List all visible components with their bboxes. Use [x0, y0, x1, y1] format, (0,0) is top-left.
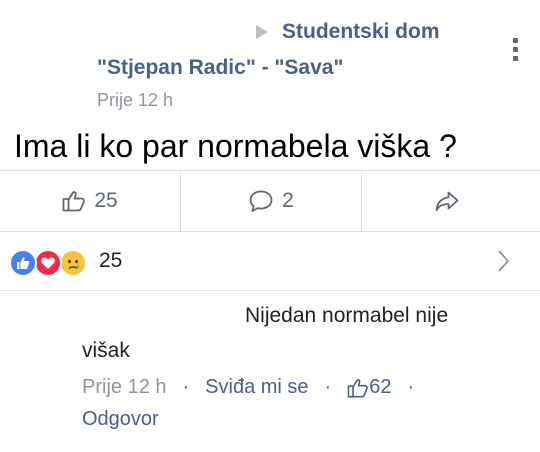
more-options-icon[interactable] [510, 38, 520, 66]
group-name-continued[interactable]: "Stjepan Radic" - "Sava" [97, 56, 343, 80]
love-reaction-icon [34, 249, 62, 277]
comment-icon [249, 190, 273, 212]
share-button[interactable] [361, 171, 540, 231]
like-count: 25 [94, 189, 118, 212]
share-arrow-icon [435, 191, 458, 211]
separator-dot: · [324, 376, 332, 398]
comment-meta: Prije 12 h · Sviđa mi se · 62 · [82, 376, 430, 399]
like-reaction-icon [9, 249, 37, 277]
like-button[interactable]: 25 [0, 171, 180, 231]
comment-like-count: 62 [369, 376, 392, 398]
avatar[interactable] [14, 18, 84, 88]
comment-like-button[interactable]: Sviđa mi se [205, 376, 308, 399]
comment-like-count-button[interactable]: 62 [347, 376, 391, 399]
reaction-count: 25 [99, 249, 123, 272]
group-name[interactable]: Studentski dom [282, 20, 440, 44]
separator-dot: · [407, 376, 415, 398]
comment-count: 2 [282, 189, 294, 212]
comment-button[interactable]: 2 [180, 171, 362, 231]
post-text: Ima li ko par normabela viška ? [14, 128, 457, 164]
chevron-right-icon[interactable] [495, 248, 511, 274]
reactions-row[interactable]: 25 [0, 232, 540, 291]
reply-button[interactable]: Odgovor [82, 408, 159, 431]
post-timestamp[interactable]: Prije 12 h [97, 90, 173, 111]
separator-dot: · [182, 376, 190, 398]
triangle-right-icon [256, 25, 268, 39]
action-bar: 25 2 [0, 170, 540, 232]
comment-text-line2: višak [82, 339, 130, 362]
thumbs-up-icon [62, 191, 86, 212]
comment-text-line1: Nijedan normabel nije [245, 304, 449, 327]
sad-reaction-icon [59, 249, 87, 277]
comment-timestamp[interactable]: Prije 12 h [82, 376, 167, 399]
post-header: Studentski dom "Stjepan Radic" - "Sava" … [0, 0, 540, 118]
thumbs-up-icon [347, 378, 369, 397]
